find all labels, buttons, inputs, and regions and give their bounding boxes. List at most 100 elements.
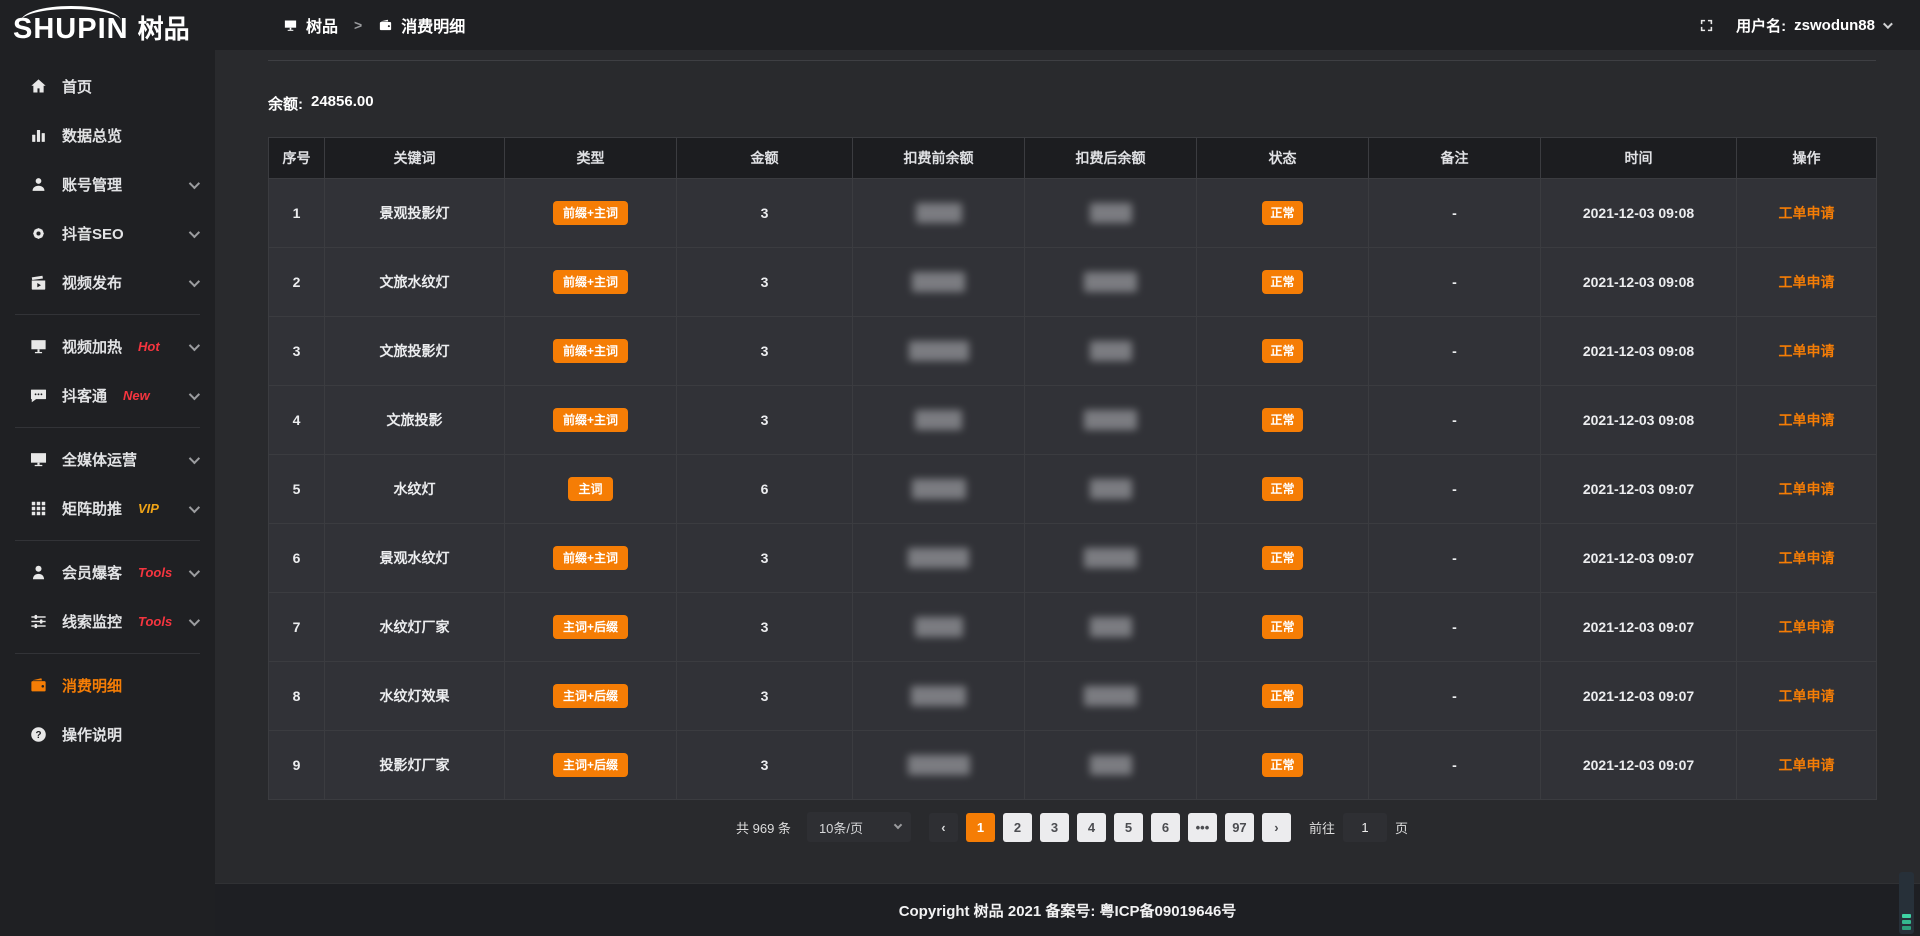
cell-index: 5 [269,455,325,524]
cell-keyword: 水纹灯厂家 [325,593,505,662]
cell-remark: - [1369,317,1541,386]
chevron-down-icon [189,501,200,512]
more-pages-button[interactable]: ••• [1188,813,1217,842]
masked-balance-before [915,617,963,637]
page-button-3[interactable]: 3 [1040,813,1069,842]
cell-amount: 3 [677,179,853,248]
fullscreen-icon[interactable] [1696,15,1716,35]
sidebar-item-badge: VIP [138,501,159,516]
cell-amount: 3 [677,317,853,386]
user-icon [28,175,48,195]
cell-index: 6 [269,524,325,593]
status-badge: 正常 [1262,477,1302,501]
masked-balance-after [1090,479,1132,499]
masked-balance-before [908,755,970,775]
sidebar-item-抖客通[interactable]: 抖客通 New [0,371,215,420]
sidebar-item-抖音SEO[interactable]: 抖音SEO [0,209,215,258]
topbar-right: 用户名: zswodun88 [1696,15,1890,36]
member-icon [28,563,48,583]
prev-page-button[interactable]: ‹ [929,813,958,842]
grid-icon [28,499,48,519]
cell-amount: 3 [677,524,853,593]
cell-index: 3 [269,317,325,386]
page-size-select[interactable]: 10条/页 [807,812,911,842]
masked-balance-after [1084,686,1137,706]
username-value: zswodun88 [1794,17,1875,34]
sidebar-item-矩阵助推[interactable]: 矩阵助推 VIP [0,484,215,533]
wallet-icon [28,676,48,696]
chevron-down-icon [189,452,200,463]
screen-icon [283,18,298,33]
cell-amount: 3 [677,593,853,662]
masked-balance-after [1090,617,1132,637]
monitor-icon [28,450,48,470]
home-icon [28,77,48,97]
cell-amount: 3 [677,662,853,731]
sidebar-item-视频发布[interactable]: 视频发布 [0,258,215,307]
breadcrumb-current[interactable]: 消费明细 [401,13,465,37]
chevron-down-icon [189,565,200,576]
sidebar-item-会员爆客[interactable]: 会员爆客 Tools [0,548,215,597]
cell-amount: 3 [677,248,853,317]
ticket-apply-link[interactable]: 工单申请 [1779,274,1835,290]
brand-logo[interactable]: SHUPIN 树品 [0,0,215,58]
chevron-down-icon [1883,19,1893,29]
page-button-1[interactable]: 1 [966,813,995,842]
table-row: 5 水纹灯 主词 6 正常 - 2021-12-03 09:07 工单申请 [269,455,1877,524]
ticket-apply-link[interactable]: 工单申请 [1779,412,1835,428]
ticket-apply-link[interactable]: 工单申请 [1779,481,1835,497]
type-badge: 前缀+主词 [553,339,628,363]
sidebar-item-全媒体运营[interactable]: 全媒体运营 [0,435,215,484]
wallet-icon [378,18,393,33]
topbar: 树品 > 消费明细 用户名: zswodun88 [215,0,1920,50]
cell-time: 2021-12-03 09:08 [1541,317,1737,386]
masked-balance-after [1084,272,1137,292]
ticket-apply-link[interactable]: 工单申请 [1779,205,1835,221]
cell-remark: - [1369,593,1541,662]
video-icon [28,273,48,293]
page-button-5[interactable]: 5 [1114,813,1143,842]
masked-balance-after [1084,410,1137,430]
sidebar-item-数据总览[interactable]: 数据总览 [0,111,215,160]
masked-balance-after [1090,203,1132,223]
svg-text:?: ? [35,730,41,741]
user-menu[interactable]: 用户名: zswodun88 [1736,15,1890,36]
chevron-down-icon [894,821,902,829]
status-badge: 正常 [1262,546,1302,570]
type-badge: 主词+后缀 [553,684,628,708]
ticket-apply-link[interactable]: 工单申请 [1779,343,1835,359]
sliders-icon [28,612,48,632]
sidebar-item-线索监控[interactable]: 线索监控 Tools [0,597,215,646]
column-header-序号: 序号 [269,138,325,179]
breadcrumb-home[interactable]: 树品 [306,13,338,37]
ticket-apply-link[interactable]: 工单申请 [1779,619,1835,635]
sidebar-item-消费明细[interactable]: 消费明细 [0,661,215,710]
goto-page-input[interactable] [1343,813,1387,842]
page-button-4[interactable]: 4 [1077,813,1106,842]
ticket-apply-link[interactable]: 工单申请 [1779,757,1835,773]
ticket-apply-link[interactable]: 工单申请 [1779,550,1835,566]
cell-index: 2 [269,248,325,317]
next-page-button[interactable]: › [1262,813,1291,842]
column-header-金额: 金额 [677,138,853,179]
cell-index: 4 [269,386,325,455]
floating-widget[interactable] [1899,872,1914,934]
cell-amount: 3 [677,386,853,455]
page-button-2[interactable]: 2 [1003,813,1032,842]
cell-keyword: 水纹灯效果 [325,662,505,731]
ticket-apply-link[interactable]: 工单申请 [1779,688,1835,704]
page-button-97[interactable]: 97 [1225,813,1254,842]
page-button-6[interactable]: 6 [1151,813,1180,842]
cell-remark: - [1369,731,1541,800]
bar-chart-icon [28,126,48,146]
sidebar-item-操作说明[interactable]: ? 操作说明 [0,710,215,759]
type-badge: 前缀+主词 [553,546,628,570]
sidebar-item-首页[interactable]: 首页 [0,62,215,111]
type-badge: 主词+后缀 [553,615,628,639]
sidebar-item-视频加热[interactable]: 视频加热 Hot [0,322,215,371]
masked-balance-before [912,479,966,499]
sidebar-item-badge: Tools [138,614,172,629]
cell-keyword: 文旅水纹灯 [325,248,505,317]
sidebar-nav: 首页 数据总览 账号管理 抖音SEO 视频发布 视频加热 Hot 抖客通 New [0,62,215,759]
sidebar-item-账号管理[interactable]: 账号管理 [0,160,215,209]
